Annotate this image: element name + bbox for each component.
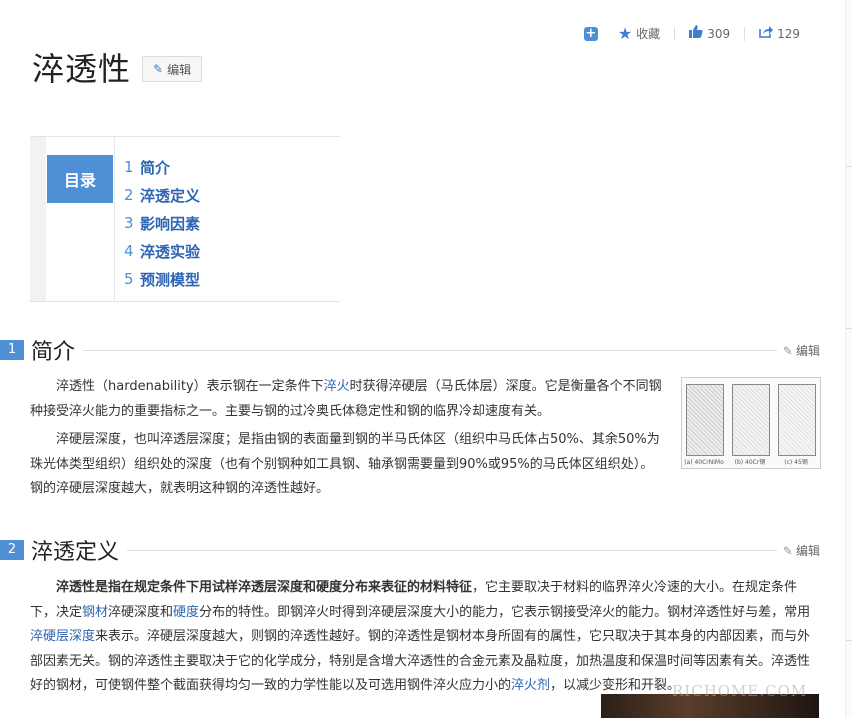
favorite-button[interactable]: ★ 收藏: [608, 25, 670, 42]
edit-label: 编辑: [167, 62, 192, 77]
toc-label: 目录: [47, 155, 113, 203]
thumbs-up-icon: [689, 25, 703, 42]
pencil-icon: ✎: [782, 343, 793, 358]
link-hardness[interactable]: 硬度: [173, 605, 199, 620]
section-edit-button[interactable]: ✎ 编辑: [776, 342, 820, 359]
title-edit-button[interactable]: ✎ 编辑: [142, 56, 203, 82]
hardenability-figure[interactable]: (a) 40CrNiMo (b) 40Cr钢 (c) 45钢: [681, 377, 821, 469]
section-edit-button[interactable]: ✎ 编辑: [776, 542, 820, 559]
toc-item[interactable]: 2 淬透定义: [124, 181, 200, 209]
top-actions: + ★ 收藏 309 129: [574, 25, 810, 42]
section-heading-definition: 2 淬透定义 ✎ 编辑: [0, 534, 820, 566]
pencil-icon: ✎: [782, 543, 793, 558]
toc-item[interactable]: 3 影响因素: [124, 209, 200, 237]
table-of-contents: 目录 1 简介 2 淬透定义 3 影响因素 4 淬透实验 5 预测模型: [30, 136, 340, 302]
share-icon: [759, 25, 774, 42]
section-number: 1: [0, 340, 24, 360]
link-quenchant[interactable]: 淬火剂: [511, 678, 550, 693]
page-title: 淬透性: [32, 50, 132, 88]
plus-icon: +: [583, 25, 598, 41]
share-button[interactable]: 129: [749, 25, 810, 42]
section-title: 简介: [31, 334, 84, 366]
star-icon: ★: [617, 23, 633, 43]
section-heading-intro: 1 简介 ✎ 编辑: [0, 334, 820, 366]
definition-paragraph: 淬透性是指在规定条件下用试样淬透层深度和硬度分布来表征的材料特征，它主要取决于材…: [30, 580, 811, 693]
toc-item[interactable]: 1 简介: [124, 153, 200, 181]
favorite-label: 收藏: [636, 27, 661, 41]
pencil-icon: ✎: [153, 62, 164, 76]
section-number: 2: [0, 540, 24, 560]
link-quench[interactable]: 淬火: [324, 379, 350, 394]
like-button[interactable]: 309: [679, 25, 740, 42]
watermark: RICHOME.COM: [672, 682, 808, 700]
toc-item[interactable]: 4 淬透实验: [124, 237, 200, 265]
link-hardened-depth[interactable]: 淬硬层深度: [30, 629, 95, 644]
like-count: 309: [707, 26, 731, 41]
right-scroll-edge: [845, 0, 852, 718]
add-button[interactable]: +: [574, 25, 608, 41]
toc-item[interactable]: 5 预测模型: [124, 265, 200, 293]
share-count: 129: [777, 26, 800, 41]
intro-paragraph-2: 淬硬层深度，也叫淬透层深度；是指由钢的表面量到钢的半马氏体区（组织中马氏体占50…: [30, 432, 660, 496]
section-title: 淬透定义: [31, 534, 128, 566]
link-steel[interactable]: 钢材: [82, 605, 108, 620]
intro-paragraph-1: 淬透性（hardenability）表示钢在一定条件下淬火时获得淬硬层（马氏体层…: [30, 379, 662, 419]
